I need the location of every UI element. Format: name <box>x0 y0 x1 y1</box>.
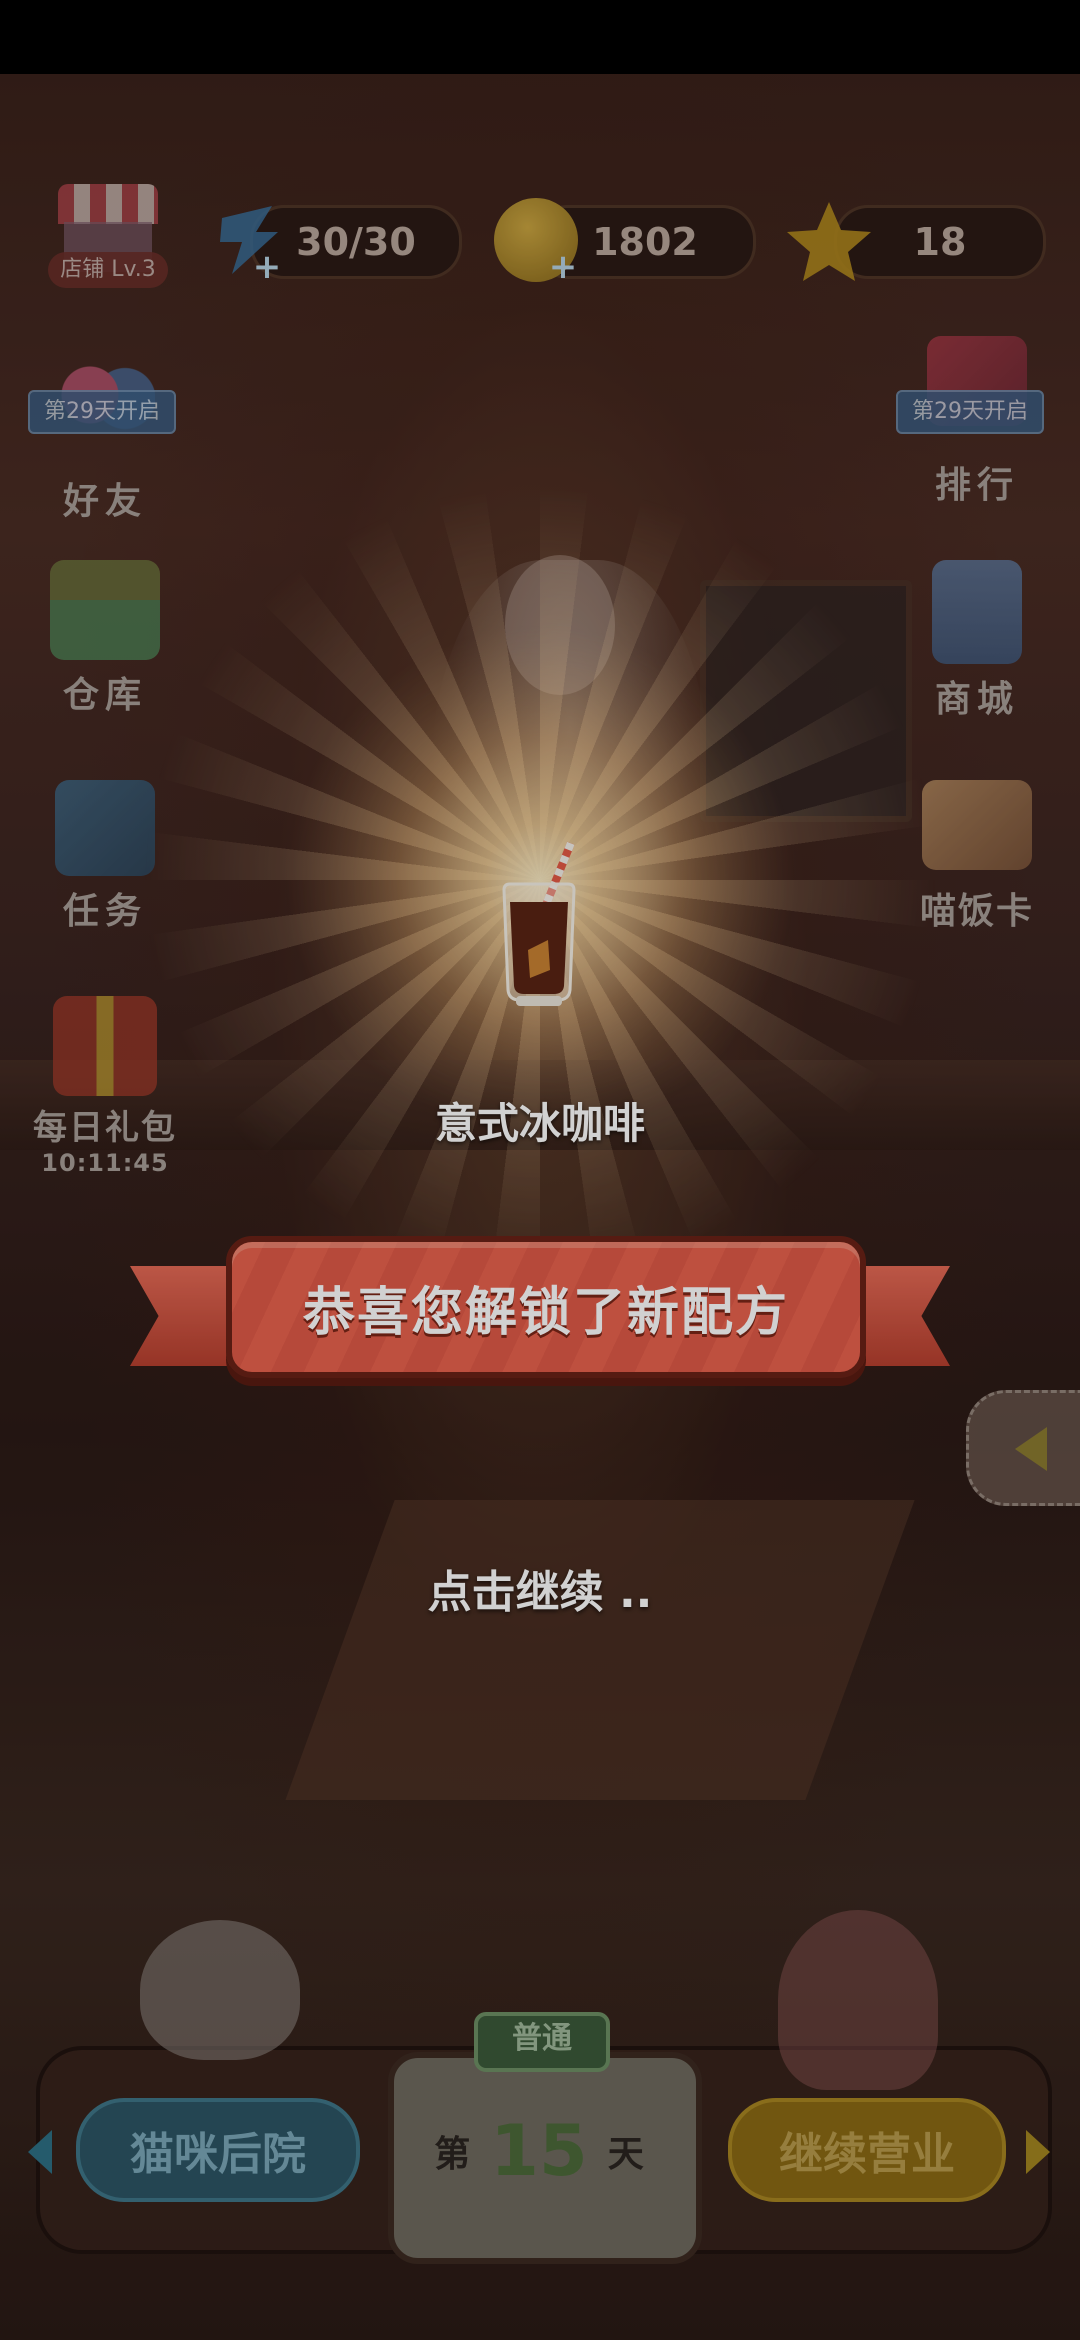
energy-value: 30/30 <box>296 220 416 264</box>
game-scene[interactable]: 店铺 Lv.3 30/30 + 1802 + 18 第29天开启 好友 仓库 任… <box>0 0 1080 2340</box>
chevron-left-icon <box>28 2130 52 2174</box>
cat-backyard-label: 猫咪后院 <box>130 2129 306 2180</box>
friends-label: 好友 <box>62 481 147 522</box>
shop-awning-icon <box>58 184 158 224</box>
day-suffix: 天 <box>607 2134 644 2175</box>
unlock-banner-text: 恭喜您解锁了新配方 <box>226 1236 866 1378</box>
day-counter: 第 15 天 <box>388 2110 690 2192</box>
add-coins-icon[interactable]: + <box>548 250 578 284</box>
warehouse-icon <box>50 560 160 660</box>
friends-button[interactable]: 第29天开启 好友 <box>20 360 190 524</box>
ranking-unlock-tag: 第29天开启 <box>896 390 1044 434</box>
tap-to-continue[interactable]: 点击继续 .. <box>0 1556 1080 1620</box>
ranking-button[interactable]: 第29天开启 排行 <box>892 336 1062 508</box>
warehouse-label: 仓库 <box>62 675 147 716</box>
ranking-label: 排行 <box>934 465 1019 506</box>
mall-button[interactable]: 商城 <box>892 560 1062 722</box>
expand-side-panel-button[interactable] <box>966 1390 1080 1506</box>
friends-unlock-tag: 第29天开启 <box>28 390 176 434</box>
continue-business-label: 继续营业 <box>779 2129 955 2180</box>
add-energy-icon[interactable]: + <box>252 250 282 284</box>
day-prefix: 第 <box>434 2134 471 2175</box>
unlocked-item-name: 意式冰咖啡 <box>434 1099 645 1148</box>
star-value: 18 <box>913 220 967 264</box>
daily-gift-timer: 10:11:45 <box>41 1149 169 1177</box>
mall-label: 商城 <box>934 679 1019 720</box>
waitress-avatar <box>778 1910 938 2090</box>
coin-value: 1802 <box>592 220 698 264</box>
star-icon <box>787 202 871 281</box>
day-number: 15 <box>490 2110 588 2192</box>
gift-box-icon <box>53 996 157 1096</box>
shop-level-button[interactable]: 店铺 Lv.3 <box>48 184 168 302</box>
shop-level-label: 店铺 Lv.3 <box>48 252 168 288</box>
iced-coffee-icon <box>502 841 576 1006</box>
shop-bag-icon <box>932 560 1022 664</box>
chevron-right-icon <box>1026 2130 1050 2174</box>
status-bar <box>0 0 1080 74</box>
cafe-table <box>285 1500 915 1800</box>
arrow-left-icon <box>1015 1427 1047 1471</box>
warehouse-button[interactable]: 仓库 <box>20 560 190 718</box>
mode-tag: 普通 <box>474 2012 610 2072</box>
cat-backyard-button[interactable]: 猫咪后院 <box>76 2098 360 2202</box>
cat-mascot <box>140 1920 300 2060</box>
unlock-banner: 恭喜您解锁了新配方 <box>130 1236 950 1406</box>
continue-business-button[interactable]: 继续营业 <box>728 2098 1006 2202</box>
